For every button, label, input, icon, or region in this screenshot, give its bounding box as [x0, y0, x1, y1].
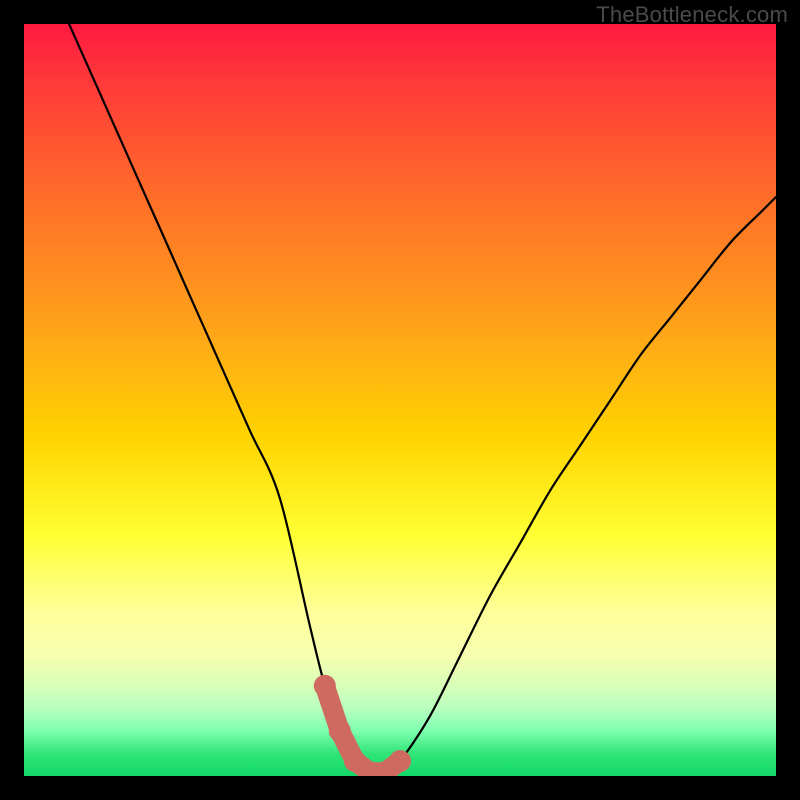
valley-bump-dot — [389, 750, 411, 772]
valley-bump-dot — [314, 675, 336, 697]
curve-svg — [24, 24, 776, 776]
plot-area — [24, 24, 776, 776]
bottleneck-curve — [69, 24, 776, 774]
chart-frame: TheBottleneck.com — [0, 0, 800, 800]
valley-bump-dot — [329, 720, 351, 742]
valley-bumps — [314, 675, 411, 776]
